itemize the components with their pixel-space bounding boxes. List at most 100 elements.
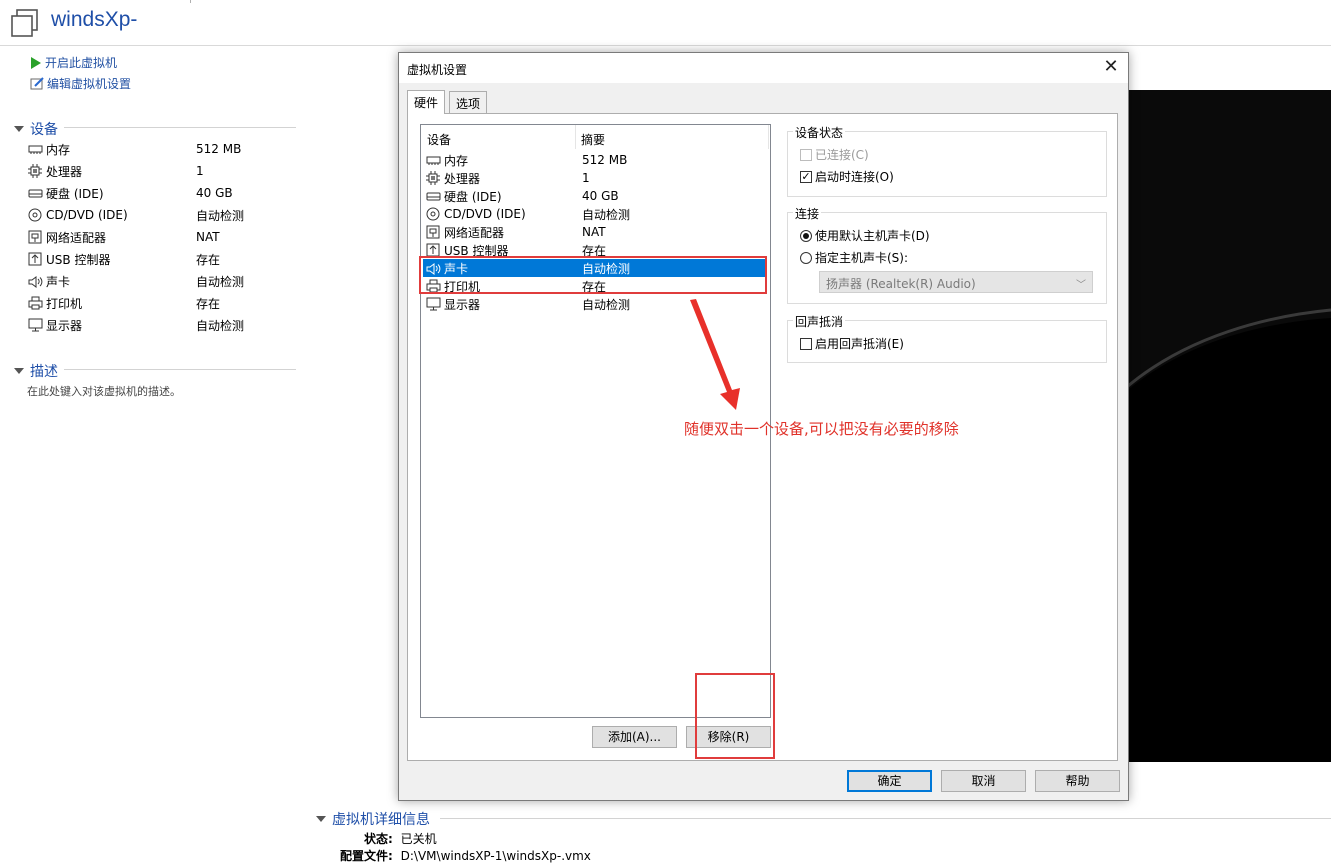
tab-hardware[interactable]: 硬件 [407,90,446,114]
monitor-icon [28,318,44,332]
device-name: 网络适配器 [46,230,107,245]
device-list-item[interactable]: 硬盘 (IDE) 40 GB [423,187,767,205]
device-value: 1 [196,164,204,178]
cpu-icon [28,164,44,178]
dialog-titlebar[interactable]: 虚拟机设置 ✕ [399,53,1128,83]
device-value: 40 GB [196,186,233,200]
device-list-item[interactable]: CD/DVD (IDE) 自动检测 [423,205,767,223]
help-button[interactable]: 帮助 [1035,770,1120,792]
echo-cancel-checkbox[interactable]: 启用回声抵消(E) [800,335,904,352]
device-row[interactable]: 网络适配器 NAT [28,227,288,247]
device-name: 声卡 [46,274,71,289]
details-section-title: 虚拟机详细信息 [332,812,430,828]
checkbox-icon [800,148,812,161]
device-row[interactable]: 打印机 存在 [28,293,288,313]
radio-icon [800,251,812,264]
checkbox-icon [800,337,812,350]
device-value: 存在 [196,296,221,311]
add-device-button[interactable]: 添加(A)... [592,726,677,748]
status-label: 状态: [364,832,393,846]
usb-icon [426,243,442,257]
device-list-name: 显示器 [444,297,481,312]
edit-settings-icon [30,77,44,90]
status-value: 已关机 [400,832,437,846]
device-list-item[interactable]: 内存 512 MB [423,151,767,169]
power-on-button[interactable]: 开启此虚拟机 [30,54,117,71]
connected-label: 已连接(C) [815,148,869,162]
connect-at-power-on-label: 启动时连接(O) [815,170,894,184]
vm-title: windsXp- [51,8,138,31]
device-name: CD/DVD (IDE) [46,208,128,222]
annotation-arrow-icon [690,299,740,410]
device-value: 自动检测 [196,318,245,333]
annotation-text: 随便双击一个设备,可以把没有必要的移除 [684,420,959,438]
dialog-title: 虚拟机设置 [407,63,468,77]
annotation-highlight-devices [419,256,767,294]
use-default-sound-label: 使用默认主机声卡(D) [815,229,930,243]
cd-icon [426,207,442,221]
cancel-button[interactable]: 取消 [941,770,1026,792]
device-row[interactable]: CD/DVD (IDE) 自动检测 [28,205,288,225]
device-row[interactable]: 硬盘 (IDE) 40 GB [28,183,288,203]
title-bar: windsXp- [0,0,1331,46]
device-list-name: 处理器 [444,171,481,186]
memory-icon [28,142,44,156]
vm-icon [10,8,40,38]
annotation-highlight-remove [695,673,775,759]
ok-button[interactable]: 确定 [847,770,932,792]
device-value: 自动检测 [196,274,245,289]
collapse-icon [14,126,24,132]
radio-selected-icon [800,229,812,242]
connect-at-power-on-checkbox[interactable]: ✓ 启动时连接(O) [800,168,894,185]
device-row[interactable]: USB 控制器 存在 [28,249,288,269]
power-on-label: 开启此虚拟机 [45,56,118,70]
device-value: 存在 [196,252,221,267]
specify-sound-label: 指定主机声卡(S): [815,251,909,265]
network-icon [28,230,44,244]
devices-section-header[interactable]: 设备 [14,119,58,139]
device-name: 处理器 [46,164,83,179]
connected-checkbox[interactable]: 已连接(C) [800,146,869,163]
edit-settings-label: 编辑虚拟机设置 [47,77,132,91]
speaker-icon [28,274,44,288]
device-name: USB 控制器 [46,252,111,267]
echo-cancel-title: 回声抵消 [793,313,846,330]
device-row[interactable]: 声卡 自动检测 [28,271,288,291]
device-list-summary: 自动检测 [582,297,631,312]
device-row[interactable]: 内存 512 MB [28,139,288,159]
chevron-down-icon: ﹀ [1076,280,1086,291]
vm-summary-panel: 开启此虚拟机 编辑虚拟机设置 设备 内存 512 MB 处理器 1 硬盘 (IDE) 40… [0,47,302,859]
device-value: NAT [196,230,220,244]
description-hint[interactable]: 在此处键入对该虚拟机的描述。 [27,383,181,399]
close-button[interactable]: ✕ [1099,57,1123,79]
preview-top [1128,47,1331,90]
column-device[interactable]: 设备 [427,131,451,148]
device-list-summary: 40 GB [582,189,619,203]
edit-settings-button[interactable]: 编辑虚拟机设置 [30,75,131,92]
device-list-name: CD/DVD (IDE) [444,207,526,221]
device-value: 512 MB [196,142,242,156]
close-icon: ✕ [1103,56,1119,77]
monitor-icon [426,297,442,311]
use-default-sound-radio[interactable]: 使用默认主机声卡(D) [800,227,930,244]
checkmark-icon: ✓ [800,169,812,183]
device-list-item[interactable]: 处理器 1 [423,169,767,187]
description-section-header[interactable]: 描述 [14,361,58,381]
devices-section-title: 设备 [30,122,58,138]
tab-options[interactable]: 选项 [449,91,488,113]
column-summary[interactable]: 摘要 [581,131,605,148]
device-row[interactable]: 显示器 自动检测 [28,315,288,335]
collapse-icon [316,816,326,822]
sound-card-select[interactable]: 扬声器 (Realtek(R) Audio) ﹀ [819,271,1093,293]
device-list-name: 内存 [444,153,469,168]
config-row: 配置文件: D:\VM\windsXP-1\windsXp-.vmx [340,847,591,864]
config-value: D:\VM\windsXP-1\windsXp-.vmx [400,849,591,863]
specify-sound-radio[interactable]: 指定主机声卡(S): [800,249,908,266]
device-name: 硬盘 (IDE) [46,186,104,201]
device-row[interactable]: 处理器 1 [28,161,288,181]
details-section-header[interactable]: 虚拟机详细信息 [316,809,430,829]
device-list-summary: 512 MB [582,153,628,167]
vm-screen-preview [1128,90,1331,762]
device-list-item[interactable]: 网络适配器 NAT [423,223,767,241]
printer-icon [28,296,44,310]
